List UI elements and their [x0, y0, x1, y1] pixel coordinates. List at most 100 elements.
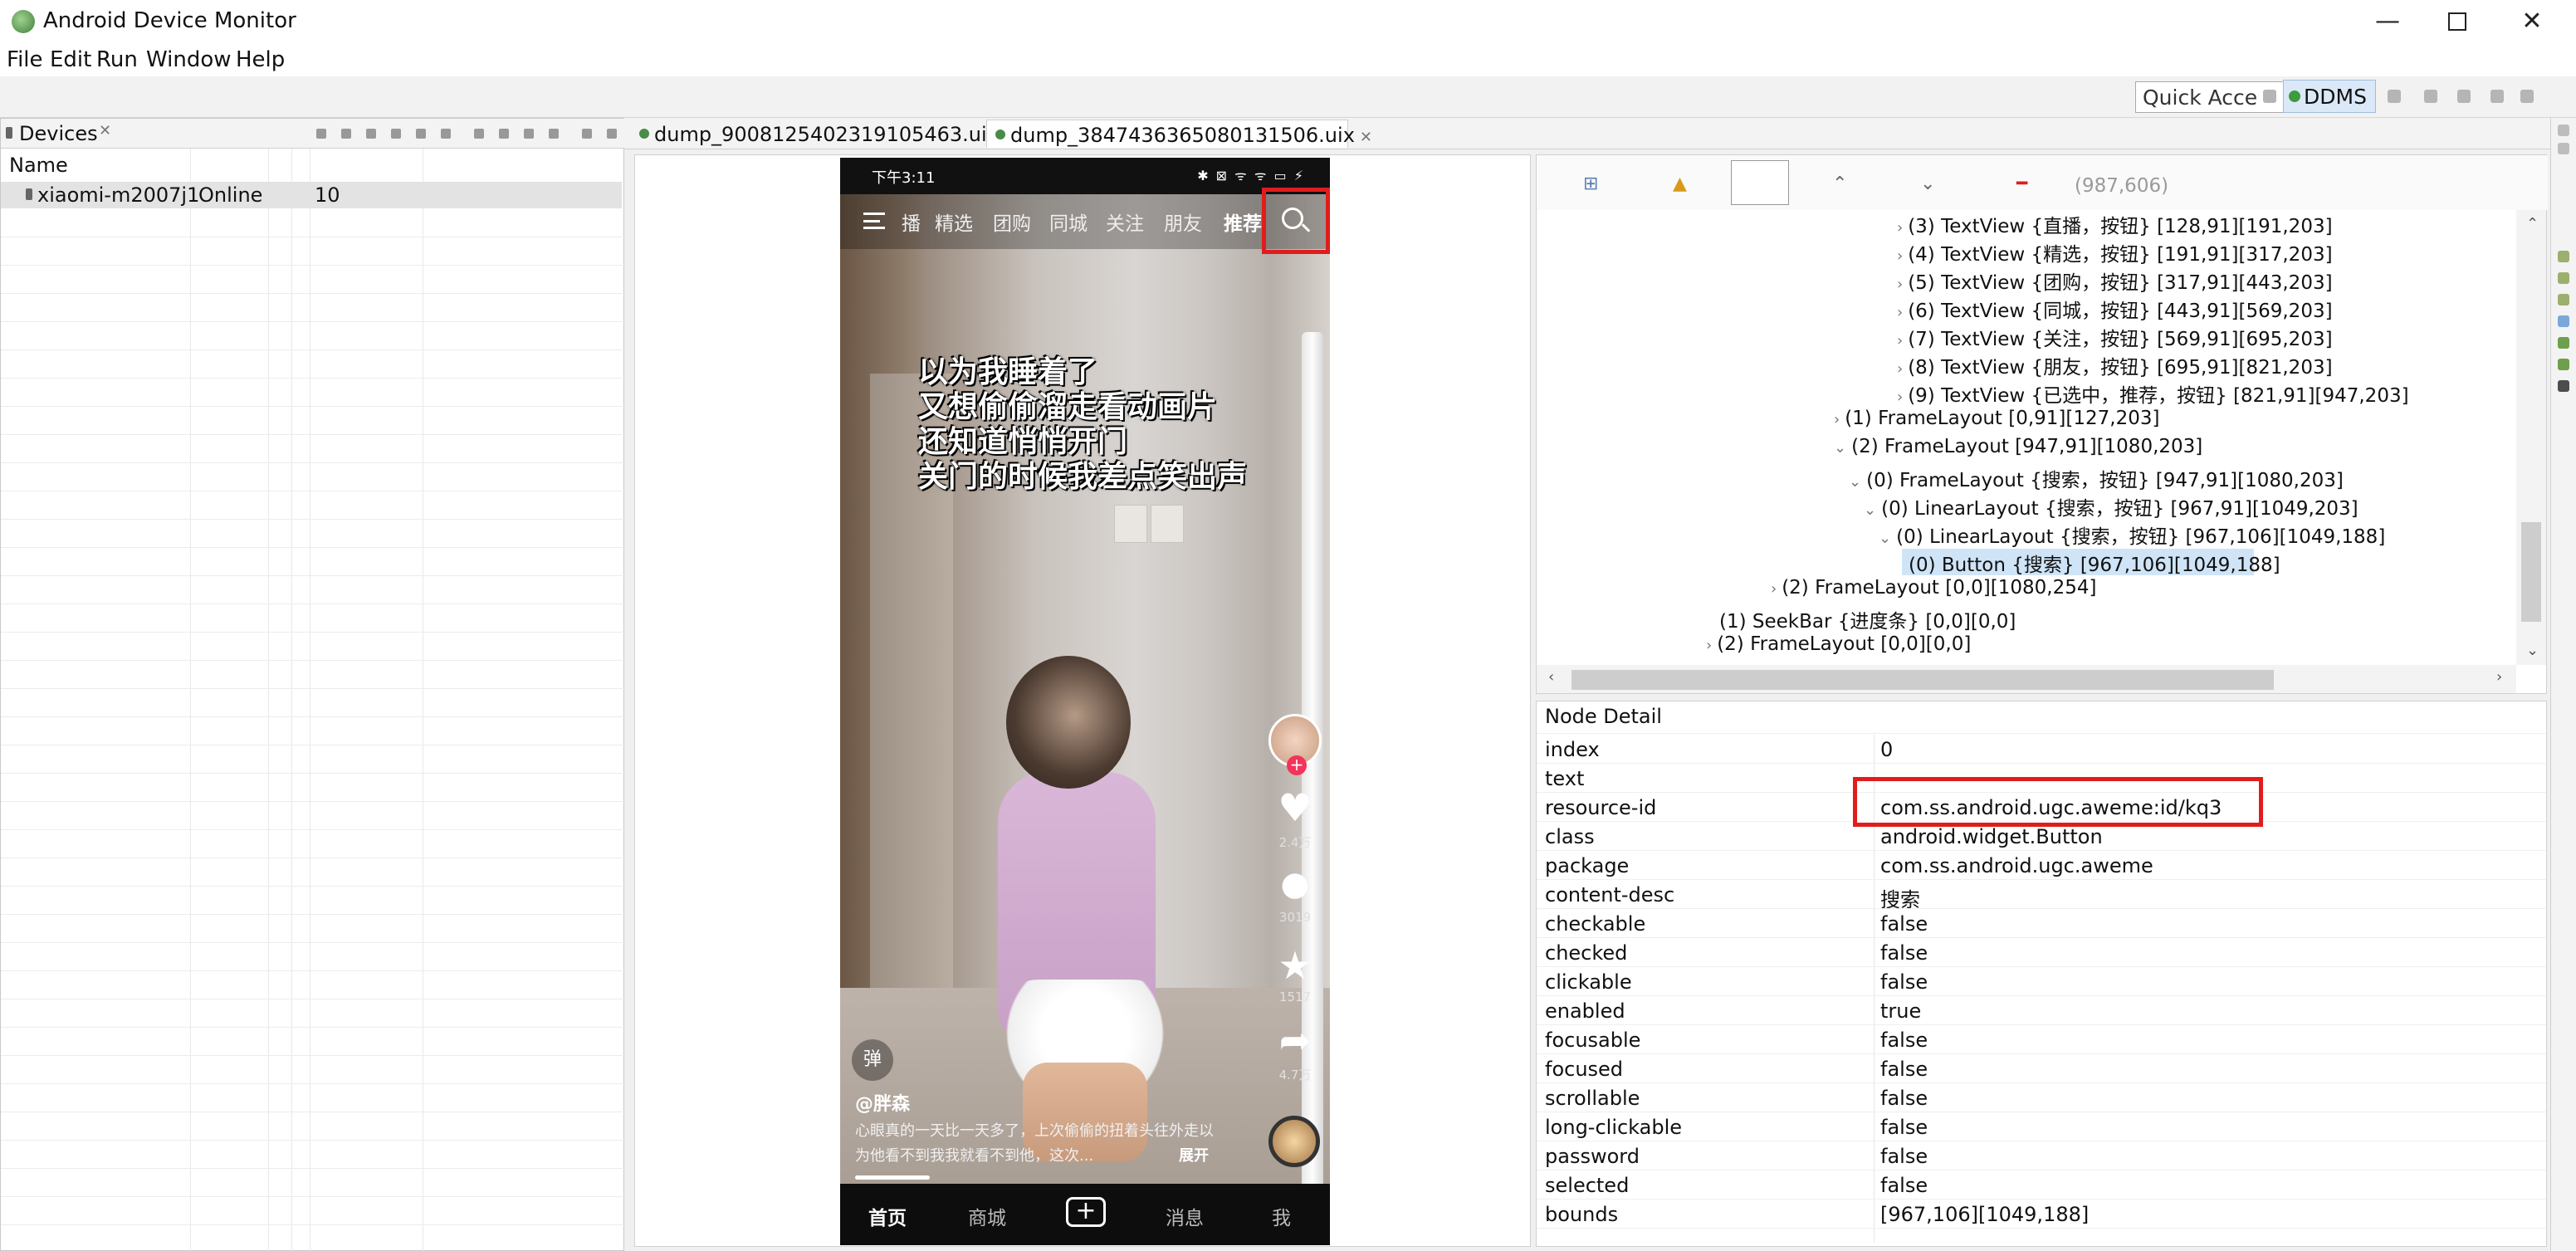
tree-chevron-right-icon[interactable]: ›	[1897, 276, 1903, 293]
tree-node[interactable]: › (5) TextView {团购，按钮} [317,91][443,203]	[1897, 266, 2333, 295]
tree-node[interactable]: ⌄ (2) FrameLayout [947,91][1080,203]	[1834, 436, 2202, 457]
tree-node[interactable]: ⌄ (0) LinearLayout {搜索，按钮} [967,106][1049…	[1879, 520, 2385, 549]
menu-edit[interactable]: Edit	[50, 47, 91, 72]
debug-icon[interactable]	[2457, 90, 2471, 103]
tree-node[interactable]: › (4) TextView {精选，按钮} [191,91][317,203]	[1897, 238, 2333, 266]
bottom-tab-me[interactable]: 我	[1272, 1202, 1291, 1230]
ddms-perspective-button[interactable]: DDMS	[2283, 80, 2376, 113]
cause-gc-icon[interactable]	[391, 129, 401, 139]
tab-close-icon[interactable]: ✕	[1360, 129, 1372, 146]
emulator-control-icon[interactable]	[2558, 359, 2569, 370]
allocation-tracker-icon[interactable]	[2558, 294, 2569, 305]
danmu-toggle[interactable]: 弹	[852, 1039, 893, 1081]
tree-chevron-right-icon[interactable]: ›	[1897, 332, 1903, 349]
detail-value[interactable]: com.ss.android.ugc.aweme	[1880, 854, 2153, 877]
network-icon[interactable]	[2558, 315, 2569, 327]
tree-node[interactable]: › (8) TextView {朋友，按钮} [695,91][821,203]	[1897, 351, 2333, 379]
nav-tab-local[interactable]: 同城	[1049, 208, 1088, 236]
menu-file[interactable]: File	[7, 47, 43, 72]
minimize-button[interactable]: —	[2363, 5, 2412, 38]
tree-chevron-right-icon[interactable]: ›	[1897, 219, 1903, 237]
phone-screenshot[interactable]: 下午3:11 ✱ ⊠ ᯤ ᯤ ▭ ⚡ 播 精选 团购 同城 关注 朋友 推荐 以…	[840, 158, 1330, 1245]
bottom-tab-home[interactable]: 首页	[868, 1202, 907, 1230]
tree-node[interactable]: › (2) FrameLayout [0,0][1080,254]	[1771, 577, 2096, 599]
tree-node[interactable]: (1) SeekBar {进度条} [0,0][0,0]	[1719, 605, 2016, 633]
detail-value[interactable]: true	[1880, 999, 1921, 1023]
detail-value[interactable]: false	[1880, 941, 1928, 965]
start-method-profiling-icon[interactable]	[441, 129, 451, 139]
detail-value[interactable]: false	[1880, 1087, 1928, 1110]
collapse-up-icon[interactable]: ⌃	[1832, 173, 1847, 194]
warning-icon[interactable]: ▲	[1673, 173, 1687, 194]
tree-node[interactable]: › (9) TextView {已选中，推荐，按钮} [821,91][947,2…	[1897, 379, 2409, 408]
tree-chevron-right-icon[interactable]: ›	[1897, 360, 1903, 378]
video-progress-bar[interactable]	[855, 1175, 930, 1180]
devices-column-name[interactable]: Name	[9, 154, 68, 177]
maximize-panel-icon[interactable]	[607, 129, 617, 139]
detail-value[interactable]: false	[1880, 1029, 1928, 1052]
scroll-left-icon[interactable]: ‹	[1548, 668, 1554, 686]
tree-chevron-right-icon[interactable]: ›	[1897, 388, 1903, 406]
maximize-button[interactable]	[2432, 5, 2482, 38]
tree-chevron-down-icon[interactable]: ⌄	[1849, 473, 1861, 491]
nav-tab-following[interactable]: 关注	[1106, 208, 1144, 236]
tree-node[interactable]: › (2) FrameLayout [0,0][0,0]	[1706, 633, 1971, 655]
hierarchy-view-icon[interactable]	[2388, 90, 2401, 103]
screen-capture-icon[interactable]	[499, 129, 509, 139]
like-heart-icon[interactable]: ♥	[1270, 789, 1320, 827]
minimize-icon[interactable]	[2558, 125, 2569, 136]
tree-node[interactable]: › (7) TextView {关注，按钮} [569,91][695,203]	[1897, 323, 2333, 351]
tree-chevron-right-icon[interactable]: ›	[1897, 247, 1903, 265]
devices-tab[interactable]: Devices ✕	[1, 119, 625, 149]
dropdown-icon[interactable]	[2424, 90, 2437, 103]
bottom-tab-mall[interactable]: 商城	[968, 1202, 1006, 1230]
android-icon[interactable]	[2490, 90, 2504, 103]
detail-value[interactable]: false	[1880, 1058, 1928, 1081]
tree-node-selected[interactable]: (0) Button {搜索} [967,106][1049,188]	[1909, 549, 2280, 577]
share-arrow-icon[interactable]: ➦	[1270, 1021, 1320, 1059]
menu-icon[interactable]	[863, 213, 885, 229]
stop-process-icon[interactable]	[474, 129, 484, 139]
tree-horizontal-scroll-thumb[interactable]	[1572, 670, 2274, 690]
maximize-icon[interactable]	[2558, 143, 2569, 154]
scroll-up-icon[interactable]: ⌃	[2526, 215, 2539, 232]
bottom-tab-messages[interactable]: 消息	[1166, 1202, 1204, 1230]
systrace-icon[interactable]	[549, 129, 559, 139]
nav-tab-featured[interactable]: 精选	[935, 208, 973, 236]
menu-window[interactable]: Window	[146, 47, 232, 72]
tree-node[interactable]: ⌄ (0) LinearLayout {搜索，按钮} [967,91][1049,…	[1864, 492, 2358, 520]
close-button[interactable]: ✕	[2507, 5, 2557, 38]
tree-chevron-right-icon[interactable]: ›	[1834, 411, 1840, 428]
more-dropdown-icon[interactable]	[2520, 90, 2534, 103]
file-explorer-icon[interactable]	[2558, 337, 2569, 349]
tree-chevron-down-icon[interactable]: ⌄	[1879, 530, 1891, 547]
threads-icon[interactable]	[2558, 251, 2569, 262]
detail-value[interactable]: 0	[1880, 738, 1893, 761]
dump-view-hierarchy-icon[interactable]	[524, 129, 534, 139]
detail-value[interactable]: false	[1880, 1145, 1928, 1168]
devices-tab-close-icon[interactable]: ✕	[99, 122, 111, 139]
detail-value[interactable]: [967,106][1049,188]	[1880, 1203, 2089, 1226]
detail-value[interactable]: false	[1880, 1174, 1928, 1197]
menu-help[interactable]: Help	[236, 47, 285, 72]
open-perspective-icon[interactable]	[2263, 90, 2276, 103]
dump-hprof-icon[interactable]	[366, 129, 376, 139]
update-heap-icon[interactable]	[341, 129, 351, 139]
expand-down-icon[interactable]: ⌄	[1920, 173, 1935, 194]
minimize-panel-icon[interactable]	[582, 129, 592, 139]
create-post-button[interactable]: +	[1066, 1197, 1106, 1227]
detail-value[interactable]: false	[1880, 970, 1928, 994]
system-info-icon[interactable]	[2558, 380, 2569, 392]
expand-description-button[interactable]: 展开	[1179, 1144, 1209, 1165]
debug-process-icon[interactable]	[316, 129, 326, 139]
tree-chevron-right-icon[interactable]: ›	[1771, 580, 1777, 598]
detail-value[interactable]: false	[1880, 912, 1928, 936]
update-threads-icon[interactable]	[416, 129, 426, 139]
nav-tab-groupbuy[interactable]: 团购	[993, 208, 1031, 236]
tree-chevron-right-icon[interactable]: ›	[1706, 637, 1712, 654]
creator-username[interactable]: @胖森	[855, 1089, 910, 1116]
detail-value[interactable]: android.widget.Button	[1880, 825, 2103, 848]
tree-chevron-down-icon[interactable]: ⌄	[1864, 501, 1876, 519]
follow-button[interactable]: +	[1287, 755, 1307, 775]
tree-node[interactable]: ⌄ (0) FrameLayout {搜索，按钮} [947,91][1080,2…	[1849, 464, 2344, 492]
